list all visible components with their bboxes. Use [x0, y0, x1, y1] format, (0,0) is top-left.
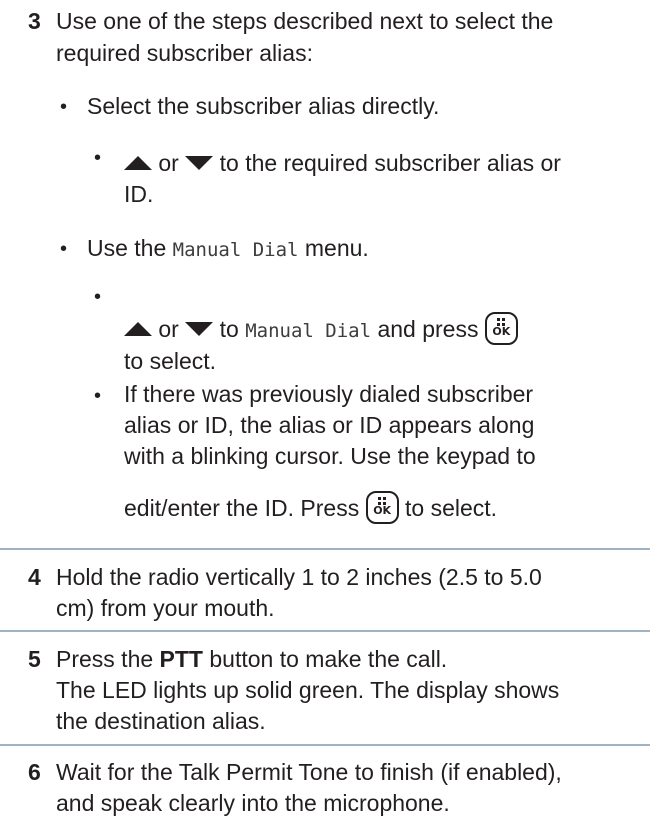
- ptt-label: PTT: [159, 646, 203, 672]
- ok-menu-key-icon: OK: [365, 491, 399, 524]
- step-text: The LED lights up solid green. The displ…: [56, 677, 560, 703]
- step-number: 3: [28, 8, 41, 34]
- bullet: •: [60, 238, 68, 260]
- step-text: Use one of the steps described next to s…: [56, 8, 554, 34]
- bullet: •: [94, 286, 102, 308]
- step-divider: [0, 548, 650, 550]
- sub-option-text: with a blinking cursor. Use the keypad t…: [124, 443, 536, 469]
- menu-name: Manual Dial: [245, 320, 372, 342]
- menu-name: Manual Dial: [172, 239, 299, 261]
- step-number: 4: [28, 564, 41, 590]
- bullet: •: [94, 147, 102, 169]
- sub-option-line: or to Manual Dial and press OK: [124, 312, 518, 347]
- step-text: Wait for the Talk Permit Tone to finish …: [56, 759, 562, 785]
- ok-menu-key-icon: OK: [484, 312, 518, 345]
- sub-option-text: to the required subscriber alias or: [219, 150, 561, 176]
- bullet: •: [60, 96, 68, 118]
- up-arrow-icon: [124, 322, 152, 336]
- bullet: •: [94, 385, 102, 407]
- sub-option-line: or to the required subscriber alias or: [124, 148, 561, 179]
- sub-option-line: edit/enter the ID. Press OK to select.: [124, 491, 497, 524]
- step-divider: [0, 630, 650, 632]
- step-number: 6: [28, 759, 41, 785]
- step-text: and speak clearly into the microphone.: [56, 790, 450, 816]
- step-text: required subscriber alias:: [56, 40, 313, 66]
- step-text: cm) from your mouth.: [56, 595, 275, 621]
- option-text: Select the subscriber alias directly.: [87, 93, 440, 119]
- sub-option-text: ID.: [124, 181, 154, 207]
- step-text: Press the PTT button to make the call.: [56, 646, 448, 672]
- sub-option-text: If there was previously dialed subscribe…: [124, 381, 534, 407]
- down-arrow-icon: [185, 322, 214, 336]
- step-number: 5: [28, 646, 41, 672]
- step-text: the destination alias.: [56, 708, 266, 734]
- or-text: or: [158, 150, 179, 176]
- down-arrow-icon: [185, 156, 214, 170]
- up-arrow-icon: [124, 156, 152, 170]
- step-text: Hold the radio vertically 1 to 2 inches …: [56, 564, 542, 590]
- sub-option-text: alias or ID, the alias or ID appears alo…: [124, 412, 535, 438]
- option-text: Use the Manual Dial menu.: [87, 235, 369, 261]
- step-text: 5: [28, 644, 41, 675]
- step-divider: [0, 744, 650, 746]
- sub-option-text: to select.: [124, 348, 217, 374]
